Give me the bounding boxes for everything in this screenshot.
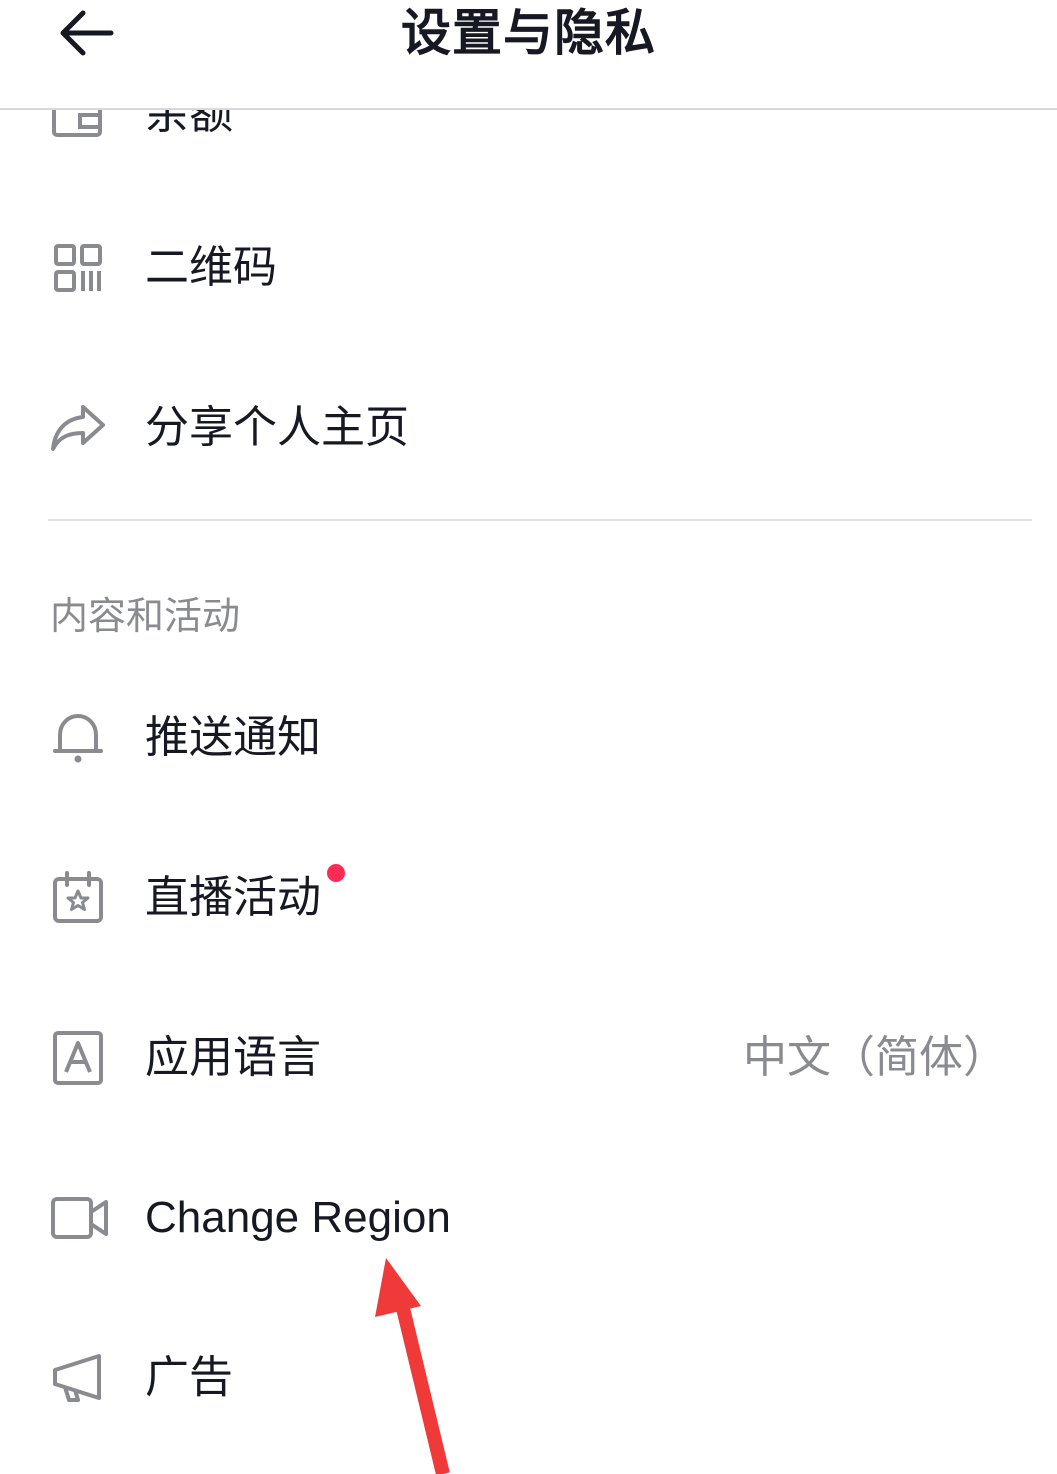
page-title: 设置与隐私 [401, 4, 656, 62]
notification-dot [327, 864, 345, 882]
share-icon [48, 398, 108, 458]
letter-a-icon [48, 1028, 108, 1088]
row-ads[interactable]: 广告 [0, 1318, 1057, 1438]
video-camera-icon [48, 1188, 112, 1248]
calendar-star-icon [48, 868, 108, 928]
settings-page: 余额 设置与隐私 二维码 分享个人主页 内容和活动 推送通知 直播活动 应用语言… [0, 0, 1057, 1474]
section-divider [48, 519, 1032, 521]
bell-icon [48, 708, 108, 768]
row-share-profile[interactable]: 分享个人主页 [0, 368, 1057, 488]
row-push-notifications[interactable]: 推送通知 [0, 678, 1057, 798]
row-qr-code[interactable]: 二维码 [0, 208, 1057, 328]
row-change-region[interactable]: Change Region [0, 1158, 1057, 1278]
row-label: 直播活动 [145, 872, 321, 923]
megaphone-icon [48, 1348, 108, 1408]
current-language-value: 中文（简体） [743, 1032, 1007, 1083]
row-label: 应用语言 [145, 1032, 321, 1083]
top-bar: 设置与隐私 [0, 0, 1057, 110]
row-label: 推送通知 [145, 712, 321, 763]
row-label: Change Region [145, 1193, 451, 1242]
row-live-events[interactable]: 直播活动 [0, 838, 1057, 958]
qr-code-icon [48, 238, 108, 298]
section-title: 内容和活动 [50, 594, 241, 638]
row-app-language[interactable]: 应用语言 中文（简体） [0, 998, 1057, 1118]
row-label: 广告 [145, 1352, 233, 1403]
row-label: 分享个人主页 [145, 402, 409, 453]
row-label: 二维码 [145, 242, 277, 293]
